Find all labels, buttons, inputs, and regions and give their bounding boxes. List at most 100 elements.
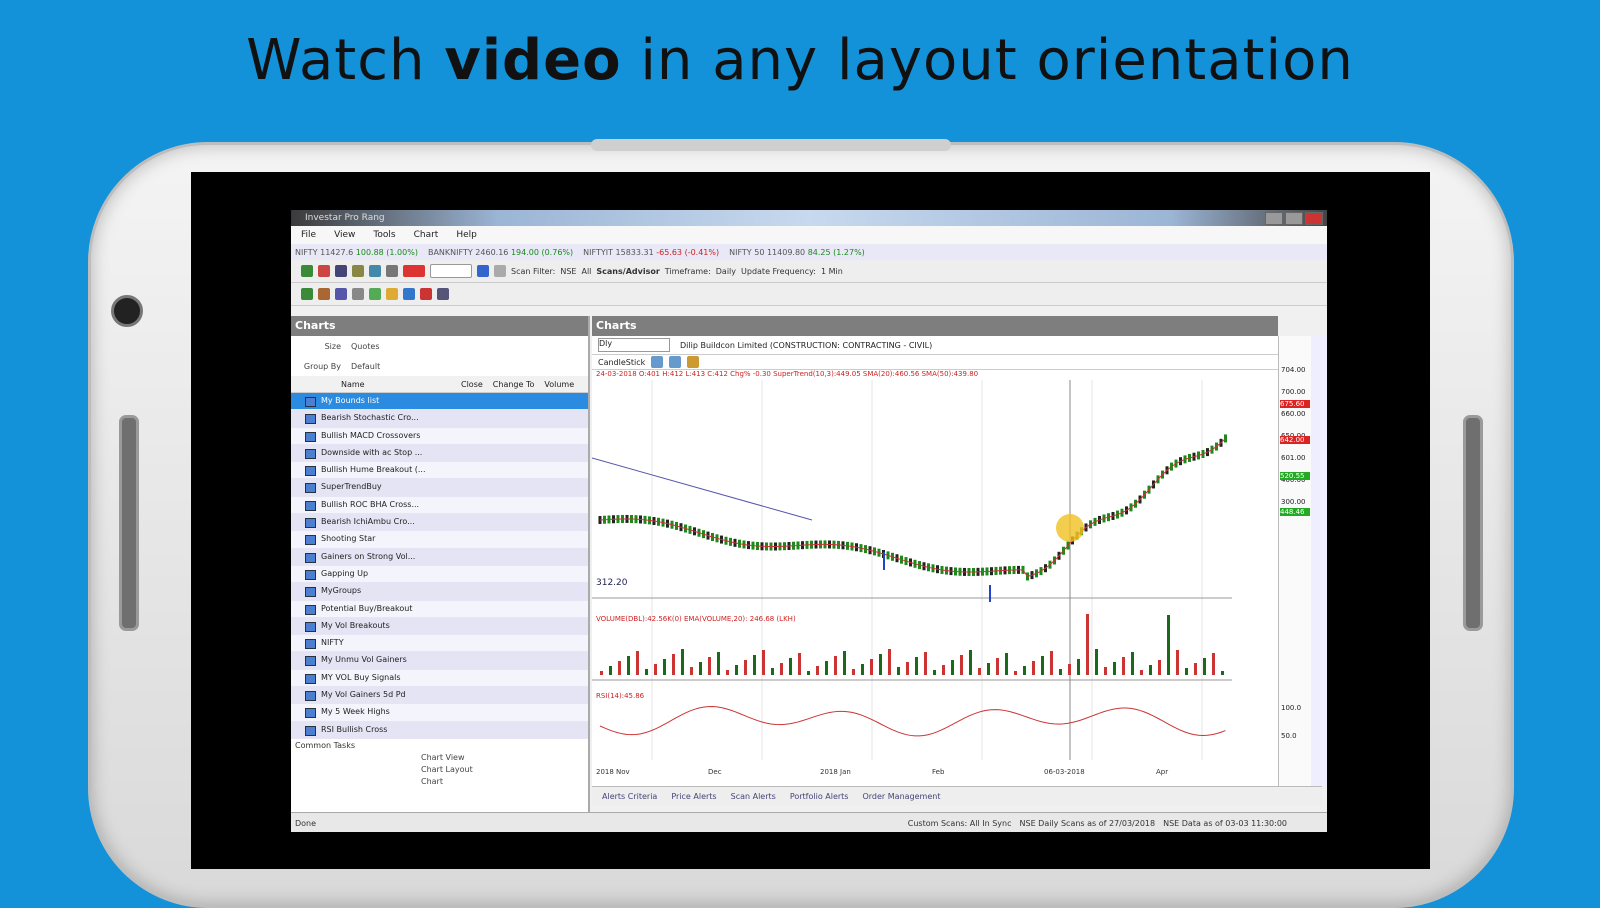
play-icon[interactable] [477,265,489,277]
tab-price-alerts[interactable]: Price Alerts [671,792,716,801]
minimize-button[interactable] [1265,211,1283,225]
volume-bar [1068,664,1071,675]
main-toolbar: Scan Filter: NSE All Scans/Advisor Timef… [291,260,1327,283]
period-select[interactable]: Dly [598,338,670,352]
scan-list-item[interactable]: Gainers on Strong Vol... [291,548,588,566]
ticker-item[interactable]: NIFTYIT 15833.31 -65.63 (-0.41%) [583,248,719,257]
scan-filter-select[interactable]: NSE [560,267,576,276]
stop-icon[interactable] [494,265,506,277]
col-name[interactable]: Name [291,380,451,389]
scan-list-item[interactable]: MY VOL Buy Signals [291,669,588,688]
menu-chart[interactable]: Chart [414,230,439,240]
print-icon[interactable] [386,265,398,277]
volume-bar [1077,659,1080,675]
close-button[interactable] [1305,211,1323,225]
scan-list-item[interactable]: SuperTrendBuy [291,479,588,497]
zoom-out-icon[interactable] [669,356,682,368]
layout-icon[interactable] [352,288,364,300]
volume-bar [1113,662,1116,675]
update-frequency-select[interactable]: 1 Min [821,267,843,276]
size-select[interactable]: Quotes [351,342,588,351]
volume-bar [726,670,729,675]
x-axis-label: Feb [932,768,945,776]
menu-tools[interactable]: Tools [373,230,395,240]
volume-bar [771,668,774,675]
x-axis-label: 06-03-2018 [1044,768,1085,776]
chart-link[interactable]: Chart [421,776,588,788]
col-close[interactable]: Close [451,380,483,389]
open-icon[interactable] [301,265,313,277]
scan-list-item[interactable]: RSI Bullish Cross [291,721,588,739]
ticker-item[interactable]: NIFTY 50 11409.80 84.25 (1.27%) [729,248,865,257]
index-ticker: NIFTY 11427.6 100.88 (1.00%) BANKNIFTY 2… [291,244,1327,260]
tab-scan-alerts[interactable]: Scan Alerts [731,792,776,801]
scan-list-item[interactable]: Shooting Star [291,531,588,549]
volume-bar [960,655,963,675]
scan-list-item[interactable]: My Vol Gainers 5d Pd [291,687,588,705]
chart-icon[interactable] [318,265,330,277]
tab-order-management[interactable]: Order Management [862,792,940,801]
volume-bar [915,657,918,675]
draw-icon[interactable] [687,356,700,368]
price-level-label: 300.00 [1281,498,1306,506]
scan-list-item[interactable]: Bullish MACD Crossovers [291,427,588,445]
menu-view[interactable]: View [334,230,355,240]
chart-style-select[interactable]: CandleStick [598,358,645,367]
line-style-select[interactable] [430,264,472,278]
tab-alerts-criteria[interactable]: Alerts Criteria [602,792,657,801]
scan-list-item[interactable]: Bullish Hume Breakout (... [291,462,588,480]
scan-list-pane: Charts Size Quotes Group By Default Name C… [291,316,590,812]
scan-list-item[interactable]: Downside with ac Stop ... [291,444,588,463]
col-volume[interactable]: Volume [534,380,574,389]
menu-help[interactable]: Help [456,230,477,240]
warning-icon[interactable] [386,288,398,300]
scan-list-item[interactable]: Bearish Stochastic Cro... [291,410,588,428]
maximize-button[interactable] [1285,211,1303,225]
refresh-icon[interactable] [301,288,313,300]
scan-list-item[interactable]: MyGroups [291,583,588,601]
col-change[interactable]: Change To [483,380,535,389]
volume-bar [1032,661,1035,675]
scan-list-item[interactable]: My 5 Week Highs [291,704,588,722]
timeframe-select[interactable]: Daily [716,267,736,276]
record-icon[interactable] [420,288,432,300]
scan-list-item[interactable]: My Unmu Vol Gainers [291,652,588,670]
volume-bar [834,656,837,675]
color-picker[interactable] [403,265,425,277]
help-icon[interactable] [403,288,415,300]
scan-list-item[interactable]: Gapping Up [291,565,588,584]
chart-view-link[interactable]: Chart View [421,752,588,764]
group-by-select[interactable]: Default [351,362,588,371]
zoom-in-icon[interactable] [651,356,664,368]
scan-list-item[interactable]: My Bounds list [291,393,588,411]
cut-icon[interactable] [352,265,364,277]
scans-advisor-button[interactable]: Scans/Advisor [596,267,659,276]
ticker-item[interactable]: BANKNIFTY 2460.16 194.00 (0.76%) [428,248,573,257]
price-badge: 675.60 [1280,400,1310,408]
print-preview-icon[interactable] [437,288,449,300]
scan-list-item[interactable]: Bullish ROC BHA Cross... [291,496,588,515]
timeframe-label: Timeframe: [664,266,711,276]
x-axis-label: 2018 Nov [596,768,630,776]
chart-layout-link[interactable]: Chart Layout [421,764,588,776]
all-select[interactable]: All [581,267,591,276]
symbol-name[interactable]: Dilip Buildcon Limited (CONSTRUCTION: CO… [680,341,932,350]
tab-portfolio-alerts[interactable]: Portfolio Alerts [790,792,849,801]
scan-list-item[interactable]: Potential Buy/Breakout [291,600,588,618]
portfolio-icon[interactable] [318,288,330,300]
scan-list-item[interactable]: My Vol Breakouts [291,617,588,636]
menu-file[interactable]: File [301,230,316,240]
scan-list-item[interactable]: Bearish IchiAmbu Cro... [291,514,588,532]
volume-bar [924,652,927,675]
app-window: Investar Pro Rang File View Tools Chart … [291,210,1327,832]
scan-list-item[interactable]: NIFTY [291,635,588,653]
copy-icon[interactable] [369,265,381,277]
volume-bar [1104,667,1107,675]
grid-icon[interactable] [335,265,347,277]
watchlist-icon[interactable] [335,288,347,300]
alert-icon[interactable] [369,288,381,300]
drawing-tools[interactable] [1311,336,1327,786]
price-chart[interactable]: 312.20 VOLUME(DBL):42.56K(0) EMA(VOLUME,… [591,380,1278,778]
volume-bar [870,659,873,675]
ticker-item[interactable]: NIFTY 11427.6 100.88 (1.00%) [295,248,418,257]
